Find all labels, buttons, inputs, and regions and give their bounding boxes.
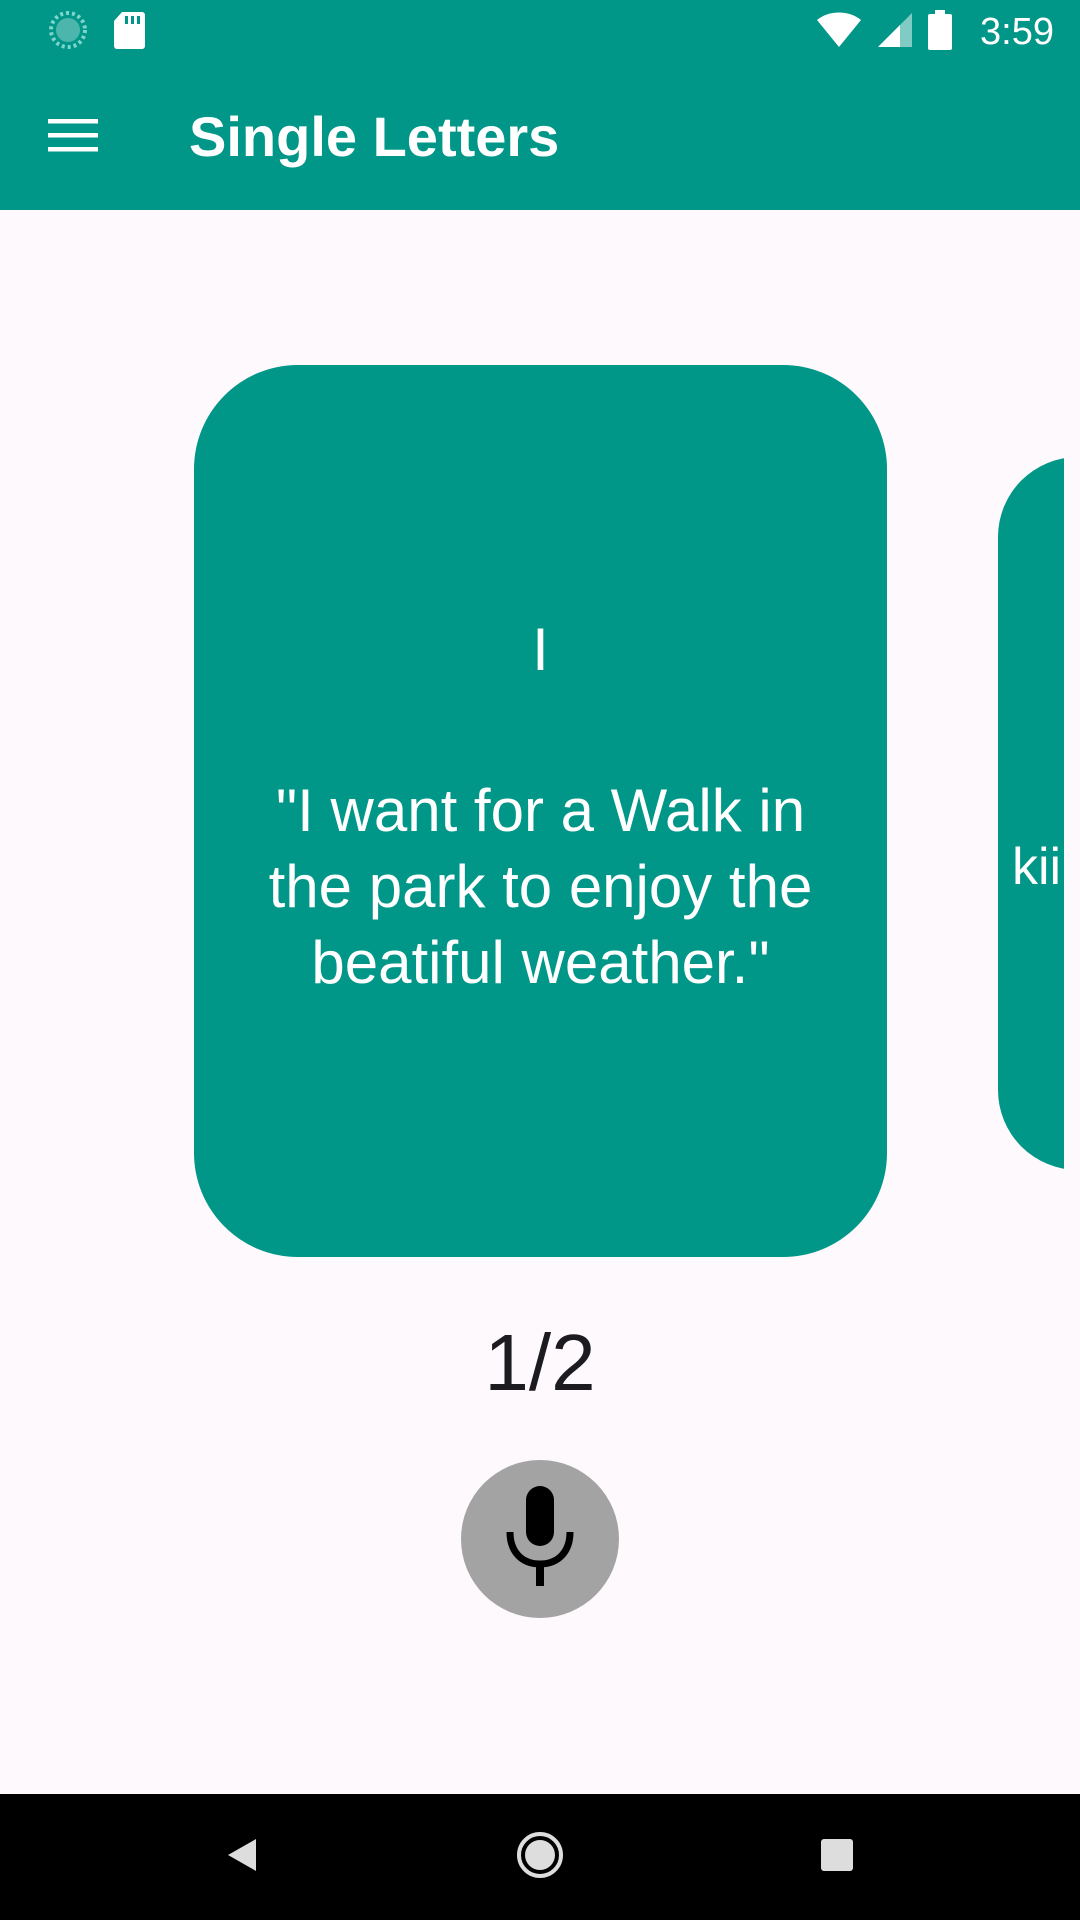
microphone-icon xyxy=(500,1482,580,1597)
page-title: Single Letters xyxy=(189,105,560,168)
letter-card-current[interactable]: I "I want for a Walk in the park to enjo… xyxy=(194,365,887,1257)
back-button[interactable] xyxy=(207,1822,277,1892)
sync-icon xyxy=(48,10,88,55)
status-right-icons: 3:59 xyxy=(816,8,1054,56)
back-icon xyxy=(222,1835,262,1880)
status-bar: 3:59 xyxy=(0,0,1080,63)
wifi-icon xyxy=(816,11,862,54)
letter-card-next-peek[interactable]: kii xyxy=(998,440,1064,1200)
letter-card-next[interactable]: kii xyxy=(998,457,1064,1170)
hamburger-menu-icon xyxy=(48,117,98,158)
home-icon xyxy=(515,1830,565,1885)
menu-button[interactable] xyxy=(34,101,112,173)
card-next-text: kii xyxy=(1012,838,1062,896)
card-letter: I xyxy=(532,616,549,683)
card-sentence: "I want for a Walk in the park to enjoy … xyxy=(268,777,813,996)
status-left-icons xyxy=(48,10,146,55)
recents-button[interactable] xyxy=(802,1822,872,1892)
cellular-signal-icon xyxy=(876,11,914,54)
navigation-bar xyxy=(0,1794,1080,1920)
home-button[interactable] xyxy=(505,1822,575,1892)
microphone-button[interactable] xyxy=(461,1460,619,1618)
sd-card-icon xyxy=(112,10,146,55)
status-time: 3:59 xyxy=(980,10,1054,53)
battery-icon xyxy=(928,9,953,55)
app-bar: Single Letters xyxy=(0,63,1080,210)
recents-icon xyxy=(819,1837,855,1878)
page-indicator: 1/2 xyxy=(484,1318,596,1407)
